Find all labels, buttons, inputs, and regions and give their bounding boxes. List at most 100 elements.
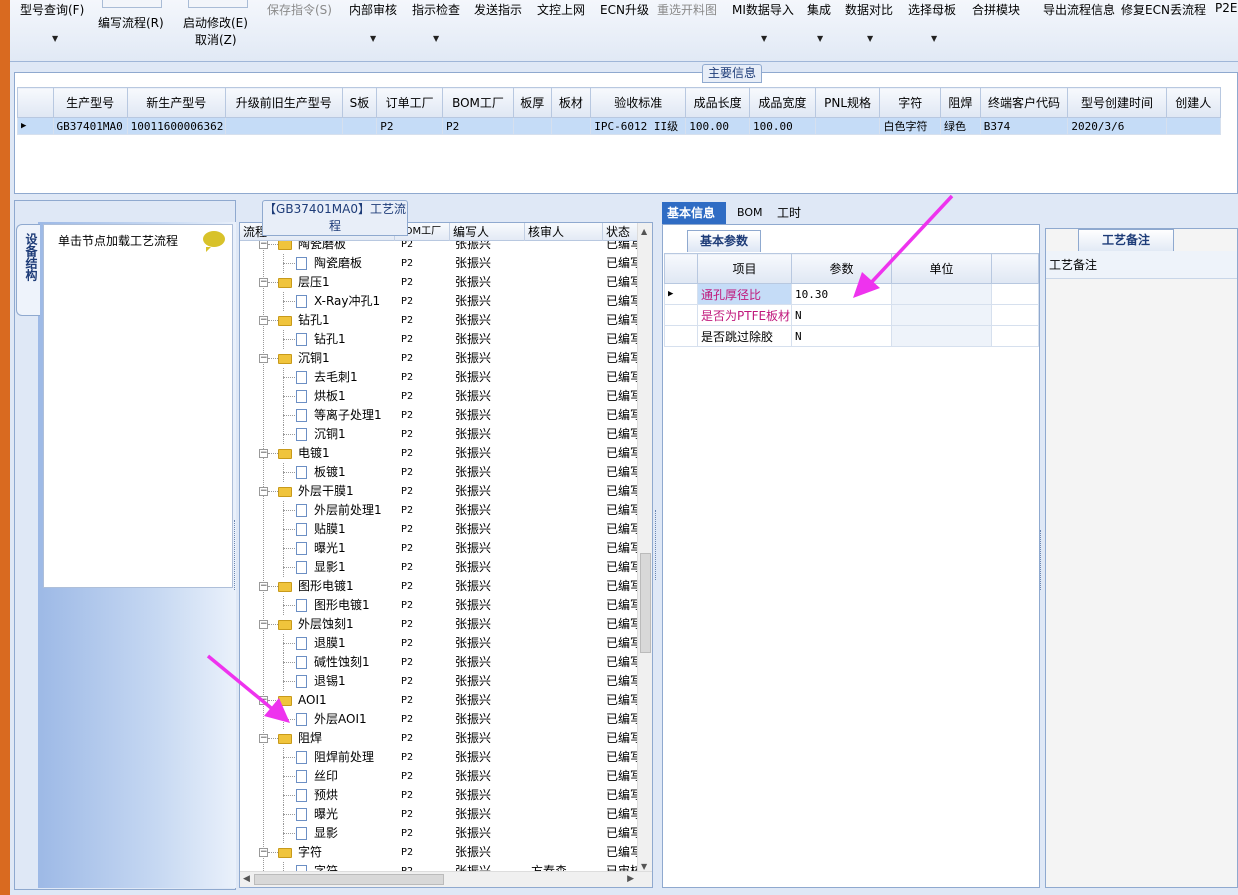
load-process-box[interactable]: 单击节点加载工艺流程 xyxy=(43,224,233,588)
tree-group-row[interactable]: − AOI1 P2 张振兴 已编写 xyxy=(240,691,638,710)
toolbar-button-7[interactable]: 文控上网 xyxy=(537,1,585,18)
param-item-cell[interactable]: 是否为PTFE板材 xyxy=(697,304,792,326)
collapse-toggle-icon[interactable]: − xyxy=(259,241,268,249)
tree-step-row[interactable]: 外层前处理1 P2 张振兴 已编写 xyxy=(240,501,638,520)
table-cell[interactable]: 绿色 xyxy=(940,117,981,135)
column-header[interactable]: 字符 xyxy=(879,87,942,118)
table-cell[interactable]: B374 xyxy=(979,117,1069,135)
tab-bom[interactable]: BOM xyxy=(732,202,768,224)
table-cell[interactable]: P2 xyxy=(376,117,443,135)
tree-step-row[interactable]: X-Ray冲孔1 P2 张振兴 已编写 xyxy=(240,292,638,311)
tab-work-hours[interactable]: 工时 xyxy=(772,202,806,224)
collapse-toggle-icon[interactable]: − xyxy=(259,734,268,743)
column-header[interactable]: 升级前旧生产型号 xyxy=(224,87,343,118)
column-header[interactable]: 创建人 xyxy=(1165,87,1222,118)
column-header[interactable]: 订单工厂 xyxy=(376,87,443,118)
column-header[interactable]: 板材 xyxy=(550,87,592,118)
toolbar-combo-stub[interactable] xyxy=(188,0,248,8)
toolbar-button-16[interactable]: 修复ECN丢流程 xyxy=(1121,1,1206,18)
tree-step-row[interactable]: 图形电镀1 P2 张振兴 已编写 xyxy=(240,596,638,615)
column-header[interactable]: 生产型号 xyxy=(52,87,128,118)
tree-step-row[interactable]: 板镀1 P2 张振兴 已编写 xyxy=(240,463,638,482)
column-header[interactable]: S板 xyxy=(341,87,378,118)
tree-step-row[interactable]: 丝印 P2 张振兴 已编写 xyxy=(240,767,638,786)
toolbar-button-0[interactable]: 型号查询(F) xyxy=(20,1,84,18)
param-unit-cell[interactable] xyxy=(891,283,992,305)
tab-process-notes[interactable]: 工艺备注 xyxy=(1078,229,1174,251)
tree-step-row[interactable]: 显影 P2 张振兴 已编写 xyxy=(240,824,638,843)
column-header[interactable]: 参数 xyxy=(791,253,892,284)
param-item-cell[interactable]: 是否跳过除胶 xyxy=(697,325,792,347)
column-header[interactable]: 项目 xyxy=(697,253,792,284)
param-row[interactable]: 是否跳过除胶 N xyxy=(664,325,1039,347)
collapse-toggle-icon[interactable]: − xyxy=(259,848,268,857)
param-row[interactable]: ▶ 通孔厚径比 10.30 xyxy=(664,283,1039,305)
toolbar-button-3[interactable]: 保存指令(S) xyxy=(267,1,332,18)
column-header[interactable]: PNL规格 xyxy=(814,87,881,118)
toolbar-button-17[interactable]: P2EC xyxy=(1215,1,1238,15)
process-notes-input[interactable] xyxy=(1046,280,1237,886)
column-header[interactable]: 验收标准 xyxy=(590,87,687,118)
tree-step-row[interactable]: 沉铜1 P2 张振兴 已编写 xyxy=(240,425,638,444)
collapse-toggle-icon[interactable]: − xyxy=(259,449,268,458)
tree-step-row[interactable]: 退膜1 P2 张振兴 已编写 xyxy=(240,634,638,653)
column-header[interactable]: 阻焊 xyxy=(940,87,981,118)
tree-column-header[interactable]: 核审人 xyxy=(525,223,603,241)
tree-step-row[interactable]: 碱性蚀刻1 P2 张振兴 已编写 xyxy=(240,653,638,672)
collapse-toggle-icon[interactable]: − xyxy=(259,487,268,496)
collapse-toggle-icon[interactable]: − xyxy=(259,316,268,325)
table-cell[interactable]: 100.00 xyxy=(748,117,816,135)
tree-step-row[interactable]: 显影1 P2 张振兴 已编写 xyxy=(240,558,638,577)
table-cell[interactable] xyxy=(224,117,343,135)
tree-group-row[interactable]: − 层压1 P2 张振兴 已编写 xyxy=(240,273,638,292)
toolbar-button-8[interactable]: ECN升级 xyxy=(600,1,649,18)
table-cell[interactable]: GB37401MA0 xyxy=(52,117,128,135)
dropdown-arrow-icon[interactable]: ▼ xyxy=(931,34,937,43)
tree-step-row[interactable]: 退锡1 P2 张振兴 已编写 xyxy=(240,672,638,691)
tree-step-row[interactable]: 外层AOI1 P2 张振兴 已编写 xyxy=(240,710,638,729)
param-value-cell[interactable]: N xyxy=(791,325,892,347)
splitter-grip[interactable] xyxy=(655,510,661,580)
tree-step-row[interactable]: 阻焊前处理 P2 张振兴 已编写 xyxy=(240,748,638,767)
column-header[interactable]: 成品宽度 xyxy=(748,87,816,118)
dropdown-arrow-icon[interactable]: ▼ xyxy=(433,34,439,43)
tree-step-row[interactable]: 陶瓷磨板 P2 张振兴 已编写 xyxy=(240,254,638,273)
table-cell[interactable]: IPC-6012 II级 xyxy=(590,117,687,135)
collapse-toggle-icon[interactable]: − xyxy=(259,278,268,287)
toolbar-button-6[interactable]: 发送指示 xyxy=(474,1,522,18)
table-cell[interactable] xyxy=(341,117,378,135)
collapse-toggle-icon[interactable]: − xyxy=(259,620,268,629)
table-cell[interactable]: 白色字符 xyxy=(879,117,942,135)
scroll-right-arrow-icon[interactable]: ▶ xyxy=(627,874,634,884)
column-header[interactable]: 成品长度 xyxy=(685,87,750,118)
param-row[interactable]: 是否为PTFE板材 N xyxy=(664,304,1039,326)
toolbar-button-9[interactable]: 重选开料图 xyxy=(657,1,717,18)
tree-group-row[interactable]: − 钻孔1 P2 张振兴 已编写 xyxy=(240,311,638,330)
table-cell[interactable] xyxy=(814,117,881,135)
tree-group-row[interactable]: − 陶瓷磨板 P2 张振兴 已编写 xyxy=(240,241,638,254)
toolbar-button-5[interactable]: 指示检查 xyxy=(412,1,460,18)
param-unit-cell[interactable] xyxy=(891,304,992,326)
splitter-grip[interactable] xyxy=(234,520,238,590)
toolbar-combo-stub[interactable] xyxy=(102,0,162,8)
column-header[interactable]: 终端客户代码 xyxy=(979,87,1069,118)
tree-group-row[interactable]: − 外层蚀刻1 P2 张振兴 已编写 xyxy=(240,615,638,634)
toolbar-button-2[interactable]: 启动修改(E) xyxy=(183,14,248,31)
tree-horizontal-scrollbar[interactable]: ◀ ▶ xyxy=(240,871,652,887)
tree-group-row[interactable]: − 字符 P2 张振兴 已编写 xyxy=(240,843,638,862)
toolbar-button-4[interactable]: 内部审核 xyxy=(349,1,397,18)
tree-column-header[interactable]: 编写人 xyxy=(450,223,525,241)
table-cell[interactable]: 100.00 xyxy=(685,117,750,135)
column-header[interactable]: BOM工厂 xyxy=(441,87,514,118)
column-header[interactable]: 板厚 xyxy=(512,87,552,118)
tree-step-row[interactable]: 贴膜1 P2 张振兴 已编写 xyxy=(240,520,638,539)
tree-step-row[interactable]: 去毛刺1 P2 张振兴 已编写 xyxy=(240,368,638,387)
table-row[interactable]: ▶ GB37401MA0 10011600006362 P2 P2 IPC-6012 II… xyxy=(17,117,1222,135)
cancel-button[interactable]: 取消(Z) xyxy=(195,31,237,48)
tree-step-row[interactable]: 曝光 P2 张振兴 已编写 xyxy=(240,805,638,824)
scroll-down-arrow-icon[interactable]: ▼ xyxy=(641,862,647,871)
hscroll-thumb[interactable] xyxy=(254,874,444,885)
column-header[interactable]: 新生产型号 xyxy=(126,87,226,118)
tree-group-row[interactable]: − 阻焊 P2 张振兴 已编写 xyxy=(240,729,638,748)
param-value-cell[interactable]: N xyxy=(791,304,892,326)
